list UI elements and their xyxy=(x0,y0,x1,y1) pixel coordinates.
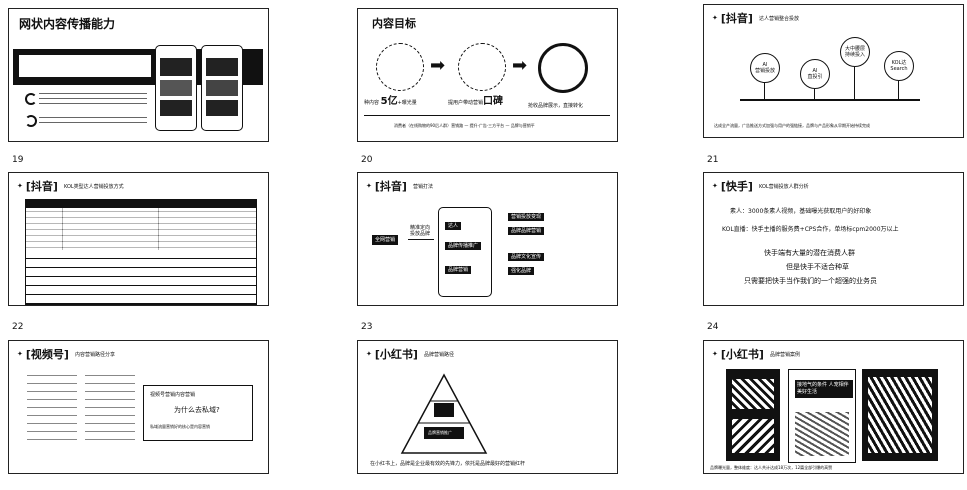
case-card-text: 接地气的条件 人宠相伴美好生活 xyxy=(795,380,853,398)
timeline-node-1: AI 营销投放 xyxy=(750,53,780,83)
page-number: 22 xyxy=(12,322,24,332)
timeline-line xyxy=(740,99,920,101)
data-table xyxy=(25,199,257,305)
case-image-2: 接地气的条件 人宠相伴美好生活 xyxy=(788,369,856,463)
phone-mockup-1 xyxy=(155,45,197,131)
slide-thumbnail-5[interactable]: ✦ [抖音] 营销打法 全网营销 精准定向 投放品牌 达人 品牌传播推广 品牌营销… xyxy=(357,172,618,306)
flow-mid-item: 品牌传播推广 xyxy=(445,242,482,250)
flow-right-item: 品牌文化宣传 xyxy=(508,253,545,261)
flow-middle-container: 达人 品牌传播推广 品牌营销 xyxy=(438,207,492,297)
platform-tag: [快手] xyxy=(720,180,753,193)
slide-thumbnail-6[interactable]: ✦ [快手] KOL营销投放人群分析 素人：3000条素人视频，基础曝光获取用户… xyxy=(703,172,964,306)
slide-footer: 消费者（在线购物的90后人群）营销路 — 提升·广告·三方平台 — 品牌与营销平 xyxy=(394,123,535,128)
platform-tag: [小红书] xyxy=(720,348,764,361)
page-number: 20 xyxy=(361,155,373,165)
brand-logo-icon: ✦ xyxy=(712,349,718,358)
slide-subtitle: 营销打法 xyxy=(412,183,433,190)
timeline-node-4: KOL达 Search xyxy=(884,51,914,81)
case-image-3 xyxy=(862,369,938,461)
platform-tag: [抖音] xyxy=(25,180,58,193)
slide-footer: 达成全产流量，广告推送方式加强与用户的强链接，品牌与产品形象从早期开始持续完成 xyxy=(714,123,870,128)
flow-right-item: 营销投放变现 xyxy=(508,213,545,221)
arrow-right-icon: ➡ xyxy=(430,55,446,76)
banner-inner-box xyxy=(19,55,151,77)
platform-tag: [抖音] xyxy=(374,180,407,193)
word-of-mouth-text: 提用户带动营销 xyxy=(448,100,484,106)
slide-thumbnail-9[interactable]: ✦ [小红书] 品牌营销案例 接地气的条件 人宠相伴美好生活 品牌曝光量，整体维… xyxy=(703,340,964,474)
body-line: 但是快手不适合种草 xyxy=(786,263,849,271)
screenshot-thumb-2 xyxy=(85,371,135,441)
circle-icon-1 xyxy=(376,43,424,91)
flow-right-item: 强化品牌 xyxy=(508,267,535,275)
slide-thumbnail-1[interactable]: 网状内容传播能力 xyxy=(8,8,269,142)
slide-thumbnail-4[interactable]: ✦ [抖音] KOL类型达人营销投放方式 xyxy=(8,172,269,306)
body-line: KOL直播：快手主播的服务费+CPS合作，单场标cpm2000万以上 xyxy=(722,226,899,233)
arrow-right-icon: ➡ xyxy=(512,55,528,76)
brand-logo-icon: ✦ xyxy=(17,349,23,358)
slide-thumbnail-2[interactable]: 内容目标 ➡ ➡ 种内容 5亿+曝光量 提用户带动营销口碑 抢收品牌展示，直接转… xyxy=(357,8,618,142)
slide-thumbnail-3[interactable]: ✦ [抖音] 达人营销整合投放 AI 营销投放 AI 直投引 大中腰层 持续投入 KO… xyxy=(703,4,964,138)
slide-footer: 品牌曝光量，整体维度：达人共计达成18万次，12篇全部引爆的高赞 xyxy=(710,465,833,470)
phone-mockup-2 xyxy=(201,45,243,131)
case-image-1 xyxy=(726,369,780,461)
arrow-right-icon xyxy=(408,239,434,240)
body-line: 快手端有大量的潜在消费人群 xyxy=(764,249,855,257)
page-number: 23 xyxy=(361,322,373,332)
conversion-text: 抢收品牌展示，直接转化 xyxy=(528,103,584,109)
page-number: 19 xyxy=(12,155,24,165)
exposure-prefix: 种内容 xyxy=(364,100,380,106)
word-of-mouth-bold: 口碑 xyxy=(483,96,504,107)
slide-subtitle: 内容营销路径分享 xyxy=(74,351,115,358)
text-lines xyxy=(39,115,147,127)
refresh-icon xyxy=(25,93,37,105)
slide-thumbnail-8[interactable]: ✦ [小红书] 品牌营销路径 品牌营销推广 在小红书上，品牌是企业最有效的先锋力… xyxy=(357,340,618,474)
timeline-node-3: 大中腰层 持续投入 xyxy=(840,37,870,67)
slide-subtitle: KOL营销投放人群分析 xyxy=(758,183,809,190)
flow-right-item: 品牌品牌营销 xyxy=(508,227,545,235)
screenshot-thumb-1 xyxy=(27,371,77,441)
platform-tag: [视频号] xyxy=(25,348,69,361)
body-line: 只需要把快手当作我们的一个超强的业务员 xyxy=(744,277,877,285)
timeline-node-2: AI 直投引 xyxy=(800,59,830,89)
pyramid-label: 品牌营销推广 xyxy=(428,430,452,435)
platform-tag: [抖音] xyxy=(720,12,753,25)
slide-subtitle: KOL类型达人营销投放方式 xyxy=(63,183,124,190)
slide-subtitle: 品牌营销案例 xyxy=(769,351,800,358)
slide-subtitle: 达人营销整合投放 xyxy=(758,15,799,22)
circle-icon-3 xyxy=(538,43,588,93)
flow-start-box: 全网营销 xyxy=(372,235,399,245)
brand-logo-icon: ✦ xyxy=(17,181,23,190)
brand-logo-icon: ✦ xyxy=(712,13,718,22)
slide-title: 网状内容传播能力 xyxy=(19,17,116,31)
slide-footer: 在小红书上，品牌是企业最有效的先锋力，依托是品牌最好的营销红杆 xyxy=(370,461,526,467)
slide-thumbnail-7[interactable]: ✦ [视频号] 内容营销路径分享 视频号营销内容营销 为什么去私域? 私域流量营… xyxy=(8,340,269,474)
divider-line xyxy=(364,115,610,116)
page-number: 21 xyxy=(707,155,719,165)
body-line: 素人：3000条素人视频，基础曝光获取用户的好印象 xyxy=(730,208,872,215)
text-lines xyxy=(39,91,147,107)
flow-arrow-label: 精准定向 投放品牌 xyxy=(410,225,431,237)
cycle-icon xyxy=(25,115,37,127)
slide-title: 内容目标 xyxy=(372,17,416,30)
pyramid-diagram xyxy=(400,373,488,454)
flow-mid-item: 达人 xyxy=(445,222,462,230)
brand-logo-icon: ✦ xyxy=(366,181,372,190)
exposure-suffix: +曝光量 xyxy=(397,100,417,106)
page-number: 24 xyxy=(707,322,719,332)
callout-box: 视频号营销内容营销 为什么去私域? 私域流量营销好的核心是内容营销 xyxy=(143,385,253,441)
exposure-number: 5亿 xyxy=(380,96,398,107)
flow-mid-item: 品牌营销 xyxy=(445,266,472,274)
circle-icon-2 xyxy=(458,43,506,91)
brand-logo-icon: ✦ xyxy=(712,181,718,190)
